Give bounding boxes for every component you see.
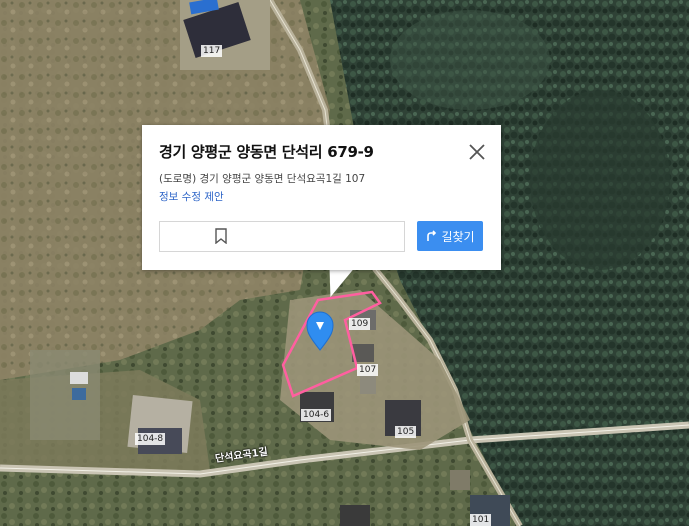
house-number-label: 104-6 — [301, 409, 332, 421]
popup-title: 경기 양평군 양동면 단석리 679-9 — [159, 143, 374, 161]
satellite-map[interactable]: 117 109 107 104-6 104-8 105 101 단석요곡1길 경… — [0, 0, 689, 526]
close-icon[interactable] — [466, 141, 488, 163]
road-address: (도로명) 경기 양평군 양동면 단석요곡1길 107 — [159, 173, 366, 185]
house-number-label: 107 — [357, 364, 379, 376]
route-button[interactable]: 길찾기 — [417, 221, 483, 251]
house-number-label: 101 — [470, 514, 492, 526]
house-number-label: 105 — [395, 426, 417, 438]
place-info-popup: 경기 양평군 양동면 단석리 679-9 (도로명) 경기 양평군 양동면 단석… — [142, 125, 501, 270]
edit-suggestion-link[interactable]: 정보 수정 제안 — [159, 189, 224, 204]
house-number-label: 109 — [349, 318, 371, 330]
house-number-label: 117 — [201, 45, 223, 57]
save-share-bar — [159, 221, 405, 252]
bookmark-icon[interactable] — [214, 228, 228, 248]
house-number-label: 104-8 — [135, 433, 166, 445]
route-button-label: 길찾기 — [441, 229, 475, 244]
route-icon — [427, 230, 437, 241]
